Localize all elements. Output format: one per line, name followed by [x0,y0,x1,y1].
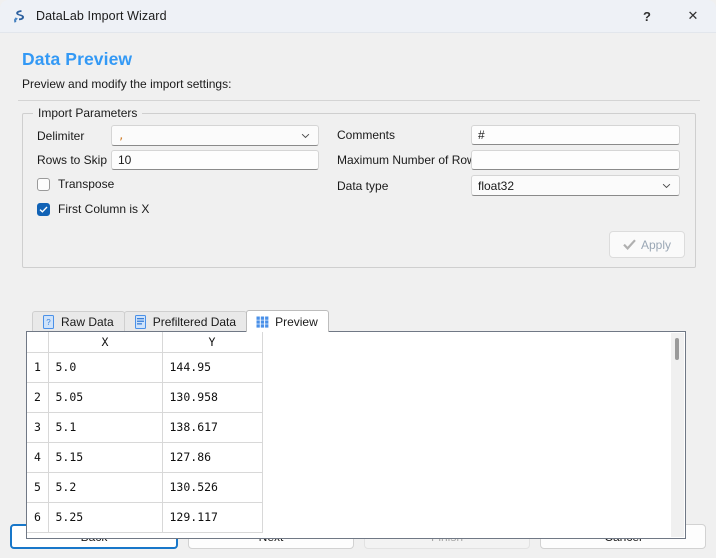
first-column-is-x-checkbox[interactable] [37,202,50,216]
preview-table: X Y 1 5.0 144.95 2 5.05 130.958 3 5.1 13… [27,332,263,533]
data-type-label: Data type [337,178,389,193]
transpose-checkbox[interactable] [37,177,50,191]
caption-buttons: ? ✕ [624,0,716,32]
column-header-x: X [48,332,163,353]
preview-table-container[interactable]: X Y 1 5.0 144.95 2 5.05 130.958 3 5.1 13… [26,331,686,539]
tab-prefiltered-data[interactable]: Prefiltered Data [123,311,248,332]
tab-prefiltered-data-label: Prefiltered Data [152,315,237,329]
cell-y[interactable]: 129.117 [162,502,263,533]
delimiter-value: , [118,129,125,142]
row-number: 6 [27,502,49,533]
row-number: 5 [27,472,49,503]
prefiltered-data-icon [134,315,146,329]
first-column-is-x-checkbox-row[interactable]: First Column is X [37,202,149,216]
header-divider [18,100,700,101]
table-vertical-scrollbar[interactable] [671,333,684,537]
table-header-row: X Y [27,332,263,353]
table-row[interactable]: 3 5.1 138.617 [27,412,263,443]
title-bar: DataLab Import Wizard ? ✕ [0,0,716,33]
cell-x[interactable]: 5.0 [48,352,163,383]
rows-to-skip-label: Rows to Skip [37,153,108,167]
table-row[interactable]: 6 5.25 129.117 [27,502,263,533]
table-row[interactable]: 4 5.15 127.86 [27,442,263,473]
preview-grid-icon [256,316,269,328]
column-header-y: Y [162,332,263,353]
import-wizard-window: DataLab Import Wizard ? ✕ Data Preview P… [0,0,716,558]
dialog-content: Data Preview Preview and modify the impo… [0,33,716,539]
tab-preview[interactable]: Preview [246,310,329,332]
tab-raw-data[interactable]: ? Raw Data [32,311,125,332]
row-number: 2 [27,382,49,413]
cell-x[interactable]: 5.15 [48,442,163,473]
cell-y[interactable]: 144.95 [162,352,263,383]
cell-y[interactable]: 138.617 [162,412,263,443]
row-header-corner [27,332,49,353]
data-type-value: float32 [478,178,515,193]
page-title: Data Preview [22,49,133,69]
delimiter-combobox[interactable]: , [111,125,319,146]
first-column-is-x-label: First Column is X [58,202,150,216]
data-type-combobox[interactable]: float32 [471,175,680,196]
table-row[interactable]: 1 5.0 144.95 [27,352,263,383]
raw-data-icon: ? [43,315,54,329]
table-scrollbar-thumb[interactable] [675,338,679,360]
datalab-logo-icon [10,8,27,25]
apply-button[interactable]: Apply [609,231,685,258]
window-title: DataLab Import Wizard [36,9,167,23]
delimiter-label: Delimiter [37,128,85,143]
cell-x[interactable]: 5.25 [48,502,163,533]
maximum-number-of-rows-input[interactable] [471,150,680,170]
transpose-checkbox-row[interactable]: Transpose [37,177,114,191]
chevron-down-icon [662,183,671,188]
maximum-number-of-rows-label: Maximum Number of Rows [337,153,482,167]
rows-to-skip-input[interactable]: 10 [111,150,319,170]
import-parameters-group: Import Parameters Delimiter , Rows to Sk… [22,106,696,268]
cell-y[interactable]: 130.958 [162,382,263,413]
comments-input[interactable]: # [471,125,680,145]
chevron-down-icon [301,133,310,138]
transpose-label: Transpose [58,177,115,191]
table-row[interactable]: 2 5.05 130.958 [27,382,263,413]
cell-x[interactable]: 5.05 [48,382,163,413]
cell-x[interactable]: 5.2 [48,472,163,503]
svg-text:?: ? [46,318,51,327]
cell-y[interactable]: 130.526 [162,472,263,503]
apply-label: Apply [640,237,672,252]
row-number: 1 [27,352,49,383]
tab-raw-data-label: Raw Data [61,315,114,329]
check-icon [623,239,636,250]
cell-x[interactable]: 5.1 [48,412,163,443]
close-button[interactable]: ✕ [670,0,716,32]
comments-label: Comments [337,128,396,142]
row-number: 3 [27,412,49,443]
page-subtitle: Preview and modify the import settings: [22,77,232,91]
cell-y[interactable]: 127.86 [162,442,263,473]
tab-preview-label: Preview [275,314,318,329]
table-row[interactable]: 5 5.2 130.526 [27,472,263,503]
preview-tabs: ? Raw Data Prefiltered Data Preview [32,310,329,332]
row-number: 4 [27,442,49,473]
help-button[interactable]: ? [624,0,670,32]
